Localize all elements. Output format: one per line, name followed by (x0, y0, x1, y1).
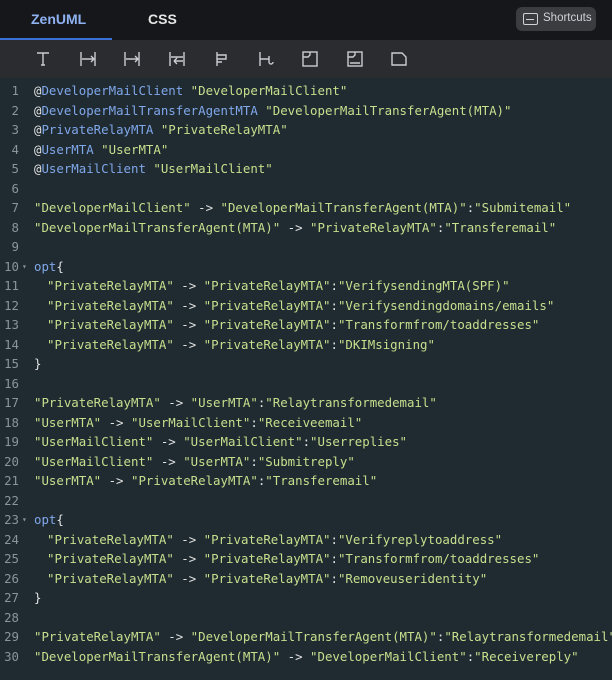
code-text: "PrivateRelayMTA" -> "PrivateRelayMTA":"… (47, 278, 510, 293)
line-number: 15 (4, 356, 19, 371)
line-number: 25 (4, 551, 19, 566)
log-icon[interactable] (345, 49, 365, 69)
fold-arrow-icon[interactable]: ▾ (22, 257, 27, 276)
line-number: 13 (4, 317, 19, 332)
line-number: 24 (4, 531, 19, 547)
code-text: } (34, 356, 42, 371)
code-text: "PrivateRelayMTA" -> "PrivateRelayMTA":"… (47, 317, 540, 332)
line-number: 14 (4, 336, 19, 352)
line-number: 10 (4, 258, 19, 274)
line-number: 20 (4, 453, 19, 469)
fragment-icon[interactable] (300, 49, 320, 69)
participant-icon[interactable] (33, 49, 53, 69)
code-editor[interactable]: 1 @DeveloperMailClient "DeveloperMailClie… (0, 78, 612, 680)
line-number: 6 (11, 180, 19, 196)
code-text: "UserMTA" -> "UserMailClient":"Receiveem… (34, 414, 363, 430)
line-number: 17 (4, 395, 19, 410)
code-text: "PrivateRelayMTA" -> "PrivateRelayMTA":"… (47, 551, 540, 566)
line-number: 2 (11, 102, 19, 118)
line-number: 21 (4, 473, 19, 488)
code-text: "DeveloperMailClient" -> "DeveloperMailT… (34, 200, 572, 215)
line-number: 7 (11, 200, 19, 215)
loop-icon[interactable] (256, 49, 276, 69)
return-message-icon[interactable] (167, 49, 187, 69)
tab-zenuml[interactable]: ZenUML (31, 0, 86, 38)
line-number: 8 (11, 219, 19, 235)
code-text: "DeveloperMailTransferAgent(MTA)" -> "Pr… (34, 219, 557, 235)
async-message-icon[interactable] (122, 49, 142, 69)
line-number: 18 (4, 414, 19, 430)
line-number: 4 (11, 141, 19, 157)
code-text: opt{ (34, 258, 64, 274)
code-text: "PrivateRelayMTA" -> "PrivateRelayMTA":"… (47, 297, 555, 313)
line-number: 9 (11, 239, 19, 254)
line-number: 26 (4, 570, 19, 586)
line-number: 1 (11, 83, 19, 98)
code-text: "UserMailClient" -> "UserMailClient":"Us… (34, 434, 408, 449)
toolbar (0, 40, 612, 78)
tab-css[interactable]: CSS (148, 0, 177, 38)
code-text: "DeveloperMailTransferAgent(MTA)" -> "De… (34, 648, 579, 664)
code-text: "PrivateRelayMTA" -> "PrivateRelayMTA":"… (47, 336, 435, 352)
code-text: "UserMTA" -> "PrivateRelayMTA":"Transfer… (34, 473, 378, 488)
line-number: 5 (11, 161, 19, 176)
code-text: "PrivateRelayMTA" -> "DeveloperMailTrans… (34, 629, 612, 644)
line-number: 19 (4, 434, 19, 449)
shortcuts-label: Shortcuts (543, 12, 592, 24)
code-text: @PrivateRelayMTA "PrivateRelayMTA" (34, 122, 288, 137)
code-text: "PrivateRelayMTA" -> "UserMTA":"Relaytra… (34, 395, 437, 410)
line-number: 3 (11, 122, 19, 137)
code-text: "PrivateRelayMTA" -> "PrivateRelayMTA":"… (47, 570, 488, 586)
code-text: opt{ (34, 512, 64, 527)
line-number: 27 (4, 590, 19, 605)
code-text: "PrivateRelayMTA" -> "PrivateRelayMTA":"… (47, 531, 503, 547)
code-text: @UserMTA "UserMTA" (34, 141, 169, 157)
line-number: 11 (4, 278, 19, 293)
line-number: 28 (4, 609, 19, 625)
code-text: "UserMailClient" -> "UserMTA":"Submitrep… (34, 453, 355, 469)
line-number: 22 (4, 492, 19, 508)
line-number: 30 (4, 648, 19, 664)
alt-icon[interactable] (211, 49, 231, 69)
line-number: 16 (4, 375, 19, 391)
line-number: 12 (4, 297, 19, 313)
code-text: } (34, 590, 42, 605)
keyboard-icon (523, 13, 538, 25)
top-bar: ZenUML CSS Shortcuts (0, 0, 612, 40)
line-number: 23 (4, 512, 19, 527)
fold-arrow-icon[interactable]: ▾ (22, 510, 27, 529)
message-icon[interactable] (78, 49, 98, 69)
code-text: @DeveloperMailTransferAgentMTA "Develope… (34, 102, 512, 118)
code-text: @UserMailClient "UserMailClient" (34, 161, 273, 176)
line-number: 29 (4, 629, 19, 644)
shortcuts-button[interactable]: Shortcuts (516, 7, 596, 31)
note-icon[interactable] (389, 49, 409, 69)
code-text: @DeveloperMailClient "DeveloperMailClien… (34, 83, 348, 98)
